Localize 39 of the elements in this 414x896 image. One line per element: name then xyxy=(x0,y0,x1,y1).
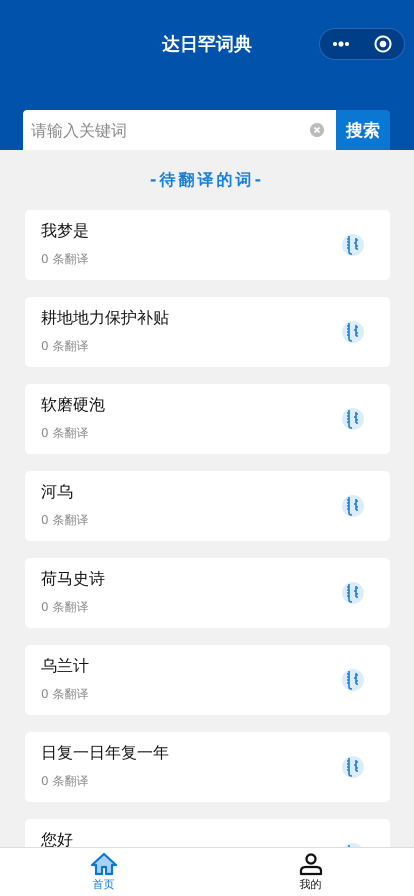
app-title: 达日罕词典 xyxy=(162,33,252,56)
translation-count: 0 条翻译 xyxy=(41,773,90,789)
profile-icon xyxy=(298,852,322,876)
search-button[interactable]: 搜索 xyxy=(336,110,390,150)
translation-count: 0 条翻译 xyxy=(41,425,90,441)
script-icon[interactable] xyxy=(341,754,365,778)
more-icon[interactable] xyxy=(332,41,350,47)
word-card[interactable]: 软磨硬泡 0 条翻译 xyxy=(25,384,390,454)
word-card[interactable]: 日复一日年复一年 0 条翻译 xyxy=(25,732,390,802)
script-icon[interactable] xyxy=(341,668,365,692)
translation-count: 0 条翻译 xyxy=(41,251,89,267)
word-card[interactable]: 耕地地力保护补贴 0 条翻译 xyxy=(25,297,390,367)
tab[interactable]: 首页 xyxy=(0,848,207,896)
word-text: 我梦是 xyxy=(41,223,89,239)
tab[interactable]: 我的 xyxy=(207,848,414,896)
script-icon[interactable] xyxy=(341,494,365,518)
translation-count: 0 条翻译 xyxy=(41,686,89,702)
script-icon[interactable] xyxy=(341,580,365,604)
word-card[interactable]: 荷马史诗 0 条翻译 xyxy=(25,558,390,628)
word-text: 荷马史诗 xyxy=(41,571,105,587)
word-card[interactable]: 您好 xyxy=(25,819,390,847)
script-icon[interactable] xyxy=(341,232,365,256)
translation-count: 0 条翻译 xyxy=(41,599,90,615)
word-text: 乌兰计 xyxy=(41,658,89,674)
word-card[interactable]: 我梦是 0 条翻译 xyxy=(25,210,390,280)
word-text: 日复一日年复一年 xyxy=(41,745,169,761)
translation-count: 0 条翻译 xyxy=(41,512,88,528)
script-icon[interactable] xyxy=(341,406,365,430)
word-card[interactable]: 河乌 0 条翻译 xyxy=(25,471,390,541)
home-icon xyxy=(90,852,118,876)
word-text: 软磨硬泡 xyxy=(41,397,105,413)
search-field[interactable]: 请输入关键词 xyxy=(23,110,336,150)
word-text: 您好 xyxy=(41,832,73,847)
word-text: 河乌 xyxy=(41,484,74,500)
word-text: 耕地地力保护补贴 xyxy=(41,310,169,326)
section-title: -待翻译的词- xyxy=(150,170,264,190)
word-card[interactable]: 乌兰计 0 条翻译 xyxy=(25,645,390,715)
translation-count: 0 条翻译 xyxy=(41,338,90,354)
script-icon[interactable] xyxy=(341,320,365,344)
